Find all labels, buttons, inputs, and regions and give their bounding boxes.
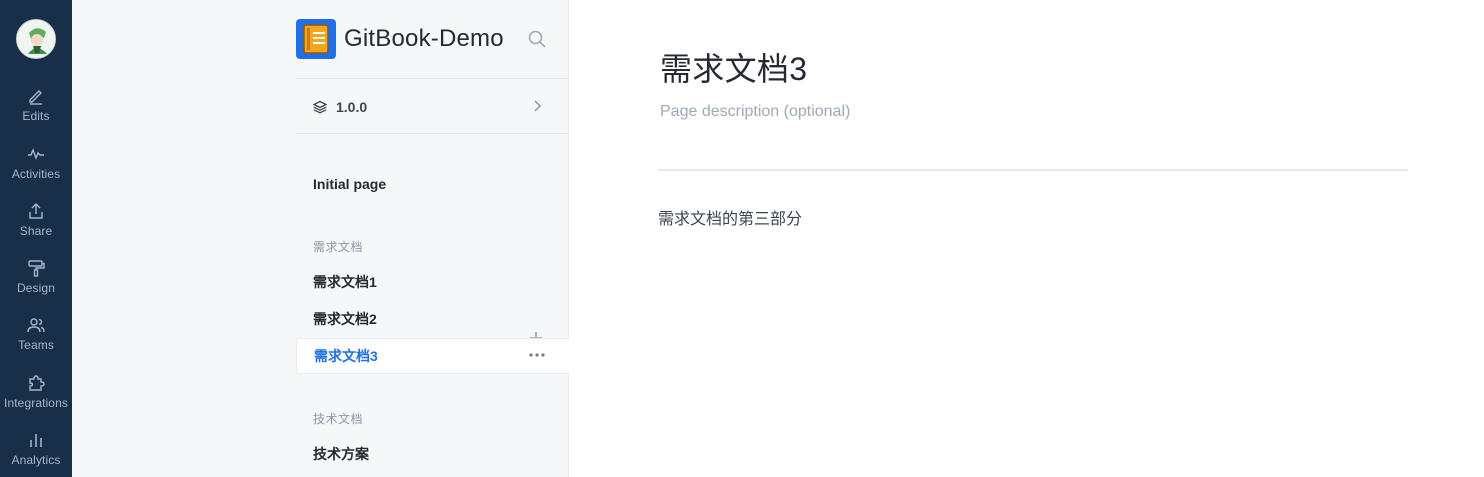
rail-label-edits: Edits — [22, 109, 50, 123]
rail-label-design: Design — [17, 281, 55, 295]
rail-item-activities[interactable]: Activities — [0, 144, 72, 196]
page-title[interactable]: 需求文档3 — [660, 44, 807, 90]
rail-item-teams[interactable]: Teams — [0, 315, 72, 367]
page-item-label: 需求文档1 — [313, 274, 377, 290]
rail-item-analytics[interactable]: Analytics — [0, 430, 72, 477]
section-title: 需求文档 — [313, 240, 364, 254]
space-brand[interactable]: GitBook-Demo — [296, 19, 504, 59]
page-description-input[interactable]: Page description (optional) — [660, 103, 850, 121]
rail-label-teams: Teams — [18, 338, 54, 352]
page-item-active[interactable]: 需求文档3 — [296, 338, 569, 374]
content-divider — [658, 169, 1408, 171]
bar-chart-icon — [30, 434, 42, 447]
page-item[interactable]: 需求文档1 — [296, 264, 569, 300]
paint-roller-icon — [28, 260, 45, 277]
version-label: 1.0.0 — [336, 98, 368, 115]
rail-label-share: Share — [19, 224, 53, 238]
rail-item-design[interactable]: Design — [0, 258, 72, 310]
rail-label-activities: Activities — [11, 167, 61, 181]
book-icon — [296, 19, 336, 59]
page-body-text[interactable]: 需求文档的第三部分 — [658, 205, 802, 229]
pencil-icon — [29, 90, 42, 105]
users-icon — [27, 318, 45, 333]
more-icon[interactable] — [529, 353, 545, 357]
puzzle-icon — [29, 375, 45, 391]
page-item-label: Initial page — [313, 176, 387, 192]
page-item-label: 需求文档3 — [314, 348, 378, 364]
space-title: GitBook-Demo — [344, 25, 504, 52]
left-rail: Edits Activities Share Design Teams Inte… — [0, 0, 72, 477]
page-item[interactable]: 技术方案 — [296, 436, 569, 472]
activity-icon — [28, 148, 44, 160]
divider — [296, 78, 569, 79]
page-item-label: 需求文档2 — [313, 311, 377, 327]
share-icon — [29, 203, 43, 219]
sidebar: GitBook-Demo 1.0.0 Initial page 需求文档 需求文… — [72, 0, 569, 477]
rail-label-analytics: Analytics — [11, 453, 61, 467]
chevron-right-icon — [534, 100, 542, 112]
rail-item-edits[interactable]: Edits — [0, 86, 72, 138]
version-selector[interactable]: 1.0.0 — [296, 80, 569, 133]
search-icon[interactable] — [527, 29, 547, 49]
page-item-label: 技术方案 — [313, 446, 369, 462]
rail-item-share[interactable]: Share — [0, 201, 72, 253]
divider — [296, 133, 569, 134]
rail-label-integrations: Integrations — [4, 396, 68, 410]
layers-icon — [313, 100, 327, 114]
page-item-initial-page[interactable]: Initial page — [296, 166, 569, 202]
section-title: 技术文档 — [313, 412, 364, 426]
avatar[interactable] — [16, 19, 56, 59]
rail-item-integrations[interactable]: Integrations — [0, 373, 72, 425]
